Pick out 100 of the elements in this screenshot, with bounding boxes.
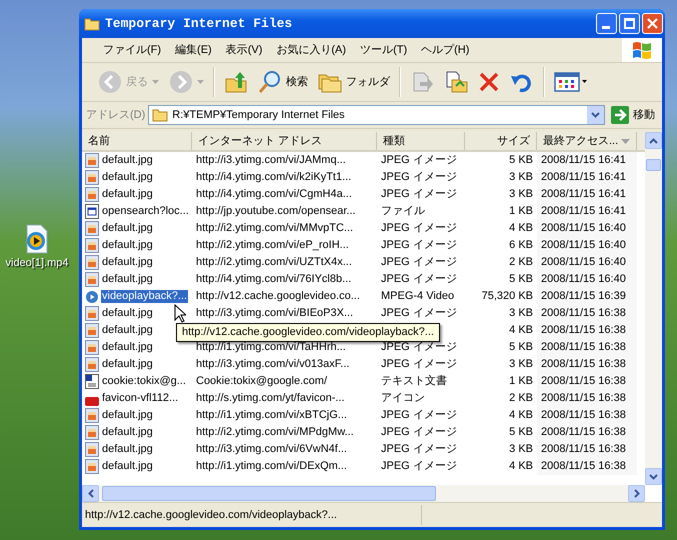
scroll-up-button[interactable] (645, 132, 662, 149)
file-size: 3 KB (509, 307, 533, 320)
file-name[interactable]: default.jpg (101, 341, 154, 354)
file-size: 5 KB (509, 273, 533, 286)
scroll-thumb[interactable] (646, 159, 661, 171)
file-name[interactable]: default.jpg (101, 239, 154, 252)
access-time: 2008/11/15 16:40 (541, 273, 626, 286)
scroll-down-button[interactable] (645, 468, 662, 485)
file-type: JPEG イメージ (381, 222, 457, 235)
menu-item[interactable]: お気に入り(A) (269, 42, 354, 58)
internet-address: http://i3.ytimg.com/vi/v013axF... (196, 358, 350, 371)
file-size: 4 KB (509, 409, 533, 422)
file-size: 6 KB (509, 239, 533, 252)
internet-address: http://jp.youtube.com/opensear... (196, 205, 356, 218)
horizontal-scrollbar[interactable] (82, 485, 645, 502)
internet-address: http://i4.ytimg.com/vi/76IYcl8b... (196, 273, 352, 286)
file-name[interactable]: default.jpg (101, 154, 154, 167)
access-time: 2008/11/15 16:40 (541, 239, 626, 252)
menu-item[interactable]: ツール(T) (353, 42, 414, 58)
file-type: JPEG イメージ (381, 426, 457, 439)
image-file-icon (85, 272, 99, 287)
views-icon (554, 71, 588, 93)
folder-icon (152, 108, 168, 122)
close-button[interactable] (642, 13, 663, 34)
access-time: 2008/11/15 16:38 (541, 324, 626, 337)
go-button[interactable]: 移動 (608, 106, 658, 124)
file-name[interactable]: videoplayback?... (101, 290, 188, 303)
internet-address: http://i1.ytimg.com/vi/TaHHrh... (196, 341, 346, 354)
image-file-icon (85, 408, 99, 423)
file-name[interactable]: default.jpg (101, 273, 154, 286)
maximize-button[interactable] (619, 13, 640, 34)
file-name[interactable]: favicon-vfl112... (101, 392, 180, 405)
scroll-right-button[interactable] (628, 485, 645, 502)
maximize-icon (624, 18, 635, 29)
internet-address: http://i2.ytimg.com/vi/eP_roIH... (196, 239, 349, 252)
file-name[interactable]: default.jpg (101, 409, 154, 422)
file-size: 1 KB (509, 375, 533, 388)
vertical-scrollbar[interactable] (645, 132, 662, 485)
menu-item[interactable]: ヘルプ(H) (414, 42, 476, 58)
column-header[interactable]: 種類 (377, 132, 465, 150)
column-header[interactable]: インターネット アドレス (192, 132, 377, 150)
minimize-button[interactable] (596, 13, 617, 34)
caret-icon (152, 80, 159, 84)
file-name[interactable]: default.jpg (101, 256, 154, 269)
dropdown-button[interactable] (587, 106, 604, 124)
menu-item[interactable]: 表示(V) (218, 42, 270, 58)
internet-address: http://i1.ytimg.com/vi/DExQm... (196, 460, 347, 473)
file-name[interactable]: opensearch?loc... (101, 205, 190, 218)
search-icon (258, 70, 282, 94)
file-type: JPEG イメージ (381, 273, 457, 286)
file-name[interactable]: default.jpg (101, 443, 154, 456)
access-time: 2008/11/15 16:38 (541, 443, 626, 456)
file-name[interactable]: default.jpg (101, 324, 154, 337)
scroll-left-button[interactable] (82, 485, 99, 502)
image-file-icon (85, 459, 99, 474)
file-name[interactable]: default.jpg (101, 460, 154, 473)
internet-address: Cookie:tokix@google.com/ (196, 375, 328, 388)
file-size: 3 KB (509, 188, 533, 201)
column-header[interactable]: 名前 (82, 132, 192, 150)
image-file-icon (85, 357, 99, 372)
file-name[interactable]: cookie:tokix@g... (101, 375, 187, 388)
file-name[interactable]: default.jpg (101, 358, 154, 371)
close-icon (647, 18, 658, 29)
file-size: 4 KB (509, 460, 533, 473)
file-size: 5 KB (509, 426, 533, 439)
file-name[interactable]: default.jpg (101, 188, 154, 201)
search-button[interactable]: 検索 (254, 68, 312, 96)
file-name[interactable]: default.jpg (101, 426, 154, 439)
file-name[interactable]: default.jpg (101, 171, 154, 184)
file-size: 1 KB (509, 205, 533, 218)
menu-item[interactable]: ファイル(F) (96, 42, 168, 58)
internet-address: http://i2.ytimg.com/vi/UZTtX4x... (196, 256, 352, 269)
access-time: 2008/11/15 16:41 (541, 188, 626, 201)
file-size: 4 KB (509, 324, 533, 337)
file-icon (85, 204, 99, 219)
image-file-icon (85, 153, 99, 168)
image-file-icon (85, 255, 99, 270)
status-text: http://v12.cache.googlevideo.com/videoplayback?... (84, 508, 338, 522)
access-time: 2008/11/15 16:40 (541, 222, 626, 235)
file-name[interactable]: default.jpg (101, 307, 154, 320)
access-time: 2008/11/15 16:41 (541, 205, 626, 218)
internet-address: http://i2.ytimg.com/vi/MMvpTC... (196, 222, 354, 235)
tooltip: http://v12.cache.googlevideo.com/videoplayback?... (176, 323, 440, 342)
scroll-thumb[interactable] (102, 486, 436, 501)
column-header[interactable]: サイズ (465, 132, 537, 150)
menu-item[interactable]: 編集(E) (168, 42, 219, 58)
folder-icon (84, 16, 100, 30)
file-type: テキスト文書 (381, 375, 447, 388)
file-type: MPEG-4 Video (381, 290, 454, 303)
access-time: 2008/11/15 16:38 (541, 460, 626, 473)
file-type: JPEG イメージ (381, 154, 457, 167)
folders-button[interactable]: フォルダ (314, 69, 394, 95)
access-time: 2008/11/15 16:38 (541, 341, 626, 354)
copy-to-icon (444, 70, 468, 94)
file-size: 4 KB (509, 222, 533, 235)
address-field[interactable]: R:¥TEMP¥Temporary Internet Files (148, 105, 605, 125)
column-header[interactable]: 最終アクセス... (537, 132, 637, 150)
file-size: 75,320 KB (482, 290, 533, 303)
file-name[interactable]: default.jpg (101, 222, 154, 235)
image-file-icon (85, 442, 99, 457)
